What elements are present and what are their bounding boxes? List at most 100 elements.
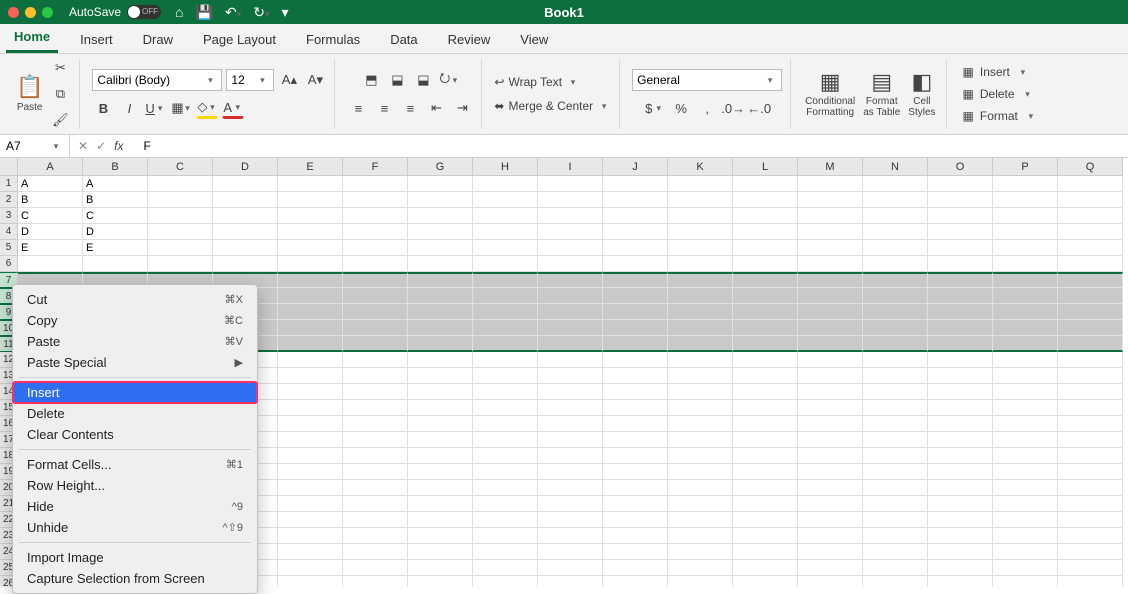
zoom-icon[interactable] — [42, 7, 53, 18]
cell[interactable] — [798, 576, 863, 587]
ctx-copy[interactable]: Copy⌘C — [13, 310, 257, 331]
cell[interactable] — [408, 512, 473, 528]
cell[interactable] — [538, 256, 603, 272]
cell[interactable] — [928, 400, 993, 416]
cell[interactable] — [1058, 304, 1123, 320]
indent-increase-icon[interactable]: ⇥ — [451, 97, 473, 119]
cell[interactable] — [863, 384, 928, 400]
fill-color-button[interactable]: ◇▾ — [196, 97, 218, 119]
cell[interactable] — [408, 448, 473, 464]
cell[interactable] — [473, 512, 538, 528]
column-header[interactable]: A — [18, 158, 83, 176]
cell[interactable] — [668, 528, 733, 544]
align-left-icon[interactable]: ≡ — [347, 97, 369, 119]
cell[interactable] — [928, 288, 993, 304]
cell[interactable] — [408, 352, 473, 368]
cell[interactable] — [213, 256, 278, 272]
cell[interactable] — [408, 464, 473, 480]
cell[interactable] — [148, 256, 213, 272]
cell[interactable] — [928, 176, 993, 192]
cell[interactable] — [213, 224, 278, 240]
column-header[interactable]: J — [603, 158, 668, 176]
cell[interactable] — [733, 464, 798, 480]
cell[interactable] — [928, 304, 993, 320]
delete-cells-button[interactable]: ▦Delete▾ — [959, 85, 1039, 103]
cell[interactable] — [668, 224, 733, 240]
fx-icon[interactable]: fx — [114, 139, 123, 153]
cell[interactable] — [343, 224, 408, 240]
cell[interactable] — [798, 544, 863, 560]
column-header[interactable]: B — [83, 158, 148, 176]
column-header[interactable]: C — [148, 158, 213, 176]
orientation-icon[interactable]: ⭮▾ — [438, 69, 460, 91]
cell[interactable] — [473, 416, 538, 432]
cell[interactable] — [343, 576, 408, 587]
cell[interactable] — [993, 464, 1058, 480]
cell[interactable] — [538, 544, 603, 560]
cell[interactable] — [603, 240, 668, 256]
tab-insert[interactable]: Insert — [72, 26, 121, 53]
cell[interactable] — [863, 208, 928, 224]
cell[interactable] — [733, 176, 798, 192]
cell[interactable] — [798, 480, 863, 496]
cell[interactable] — [278, 384, 343, 400]
cell[interactable] — [538, 432, 603, 448]
redo-icon[interactable]: ↻▾ — [253, 4, 269, 21]
cell[interactable] — [278, 272, 343, 288]
cell[interactable] — [408, 304, 473, 320]
cell[interactable] — [538, 336, 603, 352]
cell[interactable] — [863, 336, 928, 352]
cell[interactable] — [928, 384, 993, 400]
ctx-insert[interactable]: Insert — [13, 382, 257, 403]
cell[interactable]: C — [18, 208, 83, 224]
cell[interactable]: A — [18, 176, 83, 192]
cell[interactable] — [278, 352, 343, 368]
cell[interactable] — [278, 512, 343, 528]
cell[interactable] — [408, 384, 473, 400]
cell[interactable] — [993, 352, 1058, 368]
column-header[interactable]: D — [213, 158, 278, 176]
cell[interactable] — [408, 528, 473, 544]
cell[interactable] — [668, 400, 733, 416]
cell[interactable] — [928, 320, 993, 336]
cell[interactable] — [798, 192, 863, 208]
cell[interactable] — [473, 176, 538, 192]
cell[interactable] — [993, 368, 1058, 384]
cell[interactable] — [993, 496, 1058, 512]
cell[interactable] — [1058, 448, 1123, 464]
cell[interactable] — [473, 368, 538, 384]
increase-font-icon[interactable]: A▴ — [278, 69, 300, 91]
cell[interactable] — [863, 352, 928, 368]
cell[interactable] — [603, 400, 668, 416]
save-icon[interactable]: 💾 — [196, 4, 213, 21]
cell[interactable] — [863, 496, 928, 512]
cell[interactable] — [343, 192, 408, 208]
cell[interactable] — [408, 544, 473, 560]
cell[interactable] — [993, 480, 1058, 496]
cell[interactable] — [538, 464, 603, 480]
cell[interactable] — [278, 320, 343, 336]
cell[interactable] — [603, 512, 668, 528]
cell[interactable] — [928, 272, 993, 288]
cell[interactable] — [1058, 384, 1123, 400]
cell[interactable] — [798, 368, 863, 384]
cell[interactable] — [798, 352, 863, 368]
ctx-delete[interactable]: Delete — [13, 403, 257, 424]
cell[interactable] — [798, 448, 863, 464]
cell[interactable] — [278, 432, 343, 448]
cell[interactable] — [603, 256, 668, 272]
cell[interactable] — [278, 336, 343, 352]
cell[interactable] — [408, 272, 473, 288]
cell[interactable] — [538, 496, 603, 512]
cell[interactable] — [278, 256, 343, 272]
close-icon[interactable] — [8, 7, 19, 18]
column-header[interactable]: L — [733, 158, 798, 176]
cell[interactable] — [343, 320, 408, 336]
cell[interactable] — [863, 480, 928, 496]
cell[interactable] — [733, 256, 798, 272]
cell[interactable] — [343, 416, 408, 432]
ctx-clear-contents[interactable]: Clear Contents — [13, 424, 257, 445]
cell[interactable] — [473, 256, 538, 272]
cell[interactable] — [148, 192, 213, 208]
cell[interactable] — [473, 320, 538, 336]
